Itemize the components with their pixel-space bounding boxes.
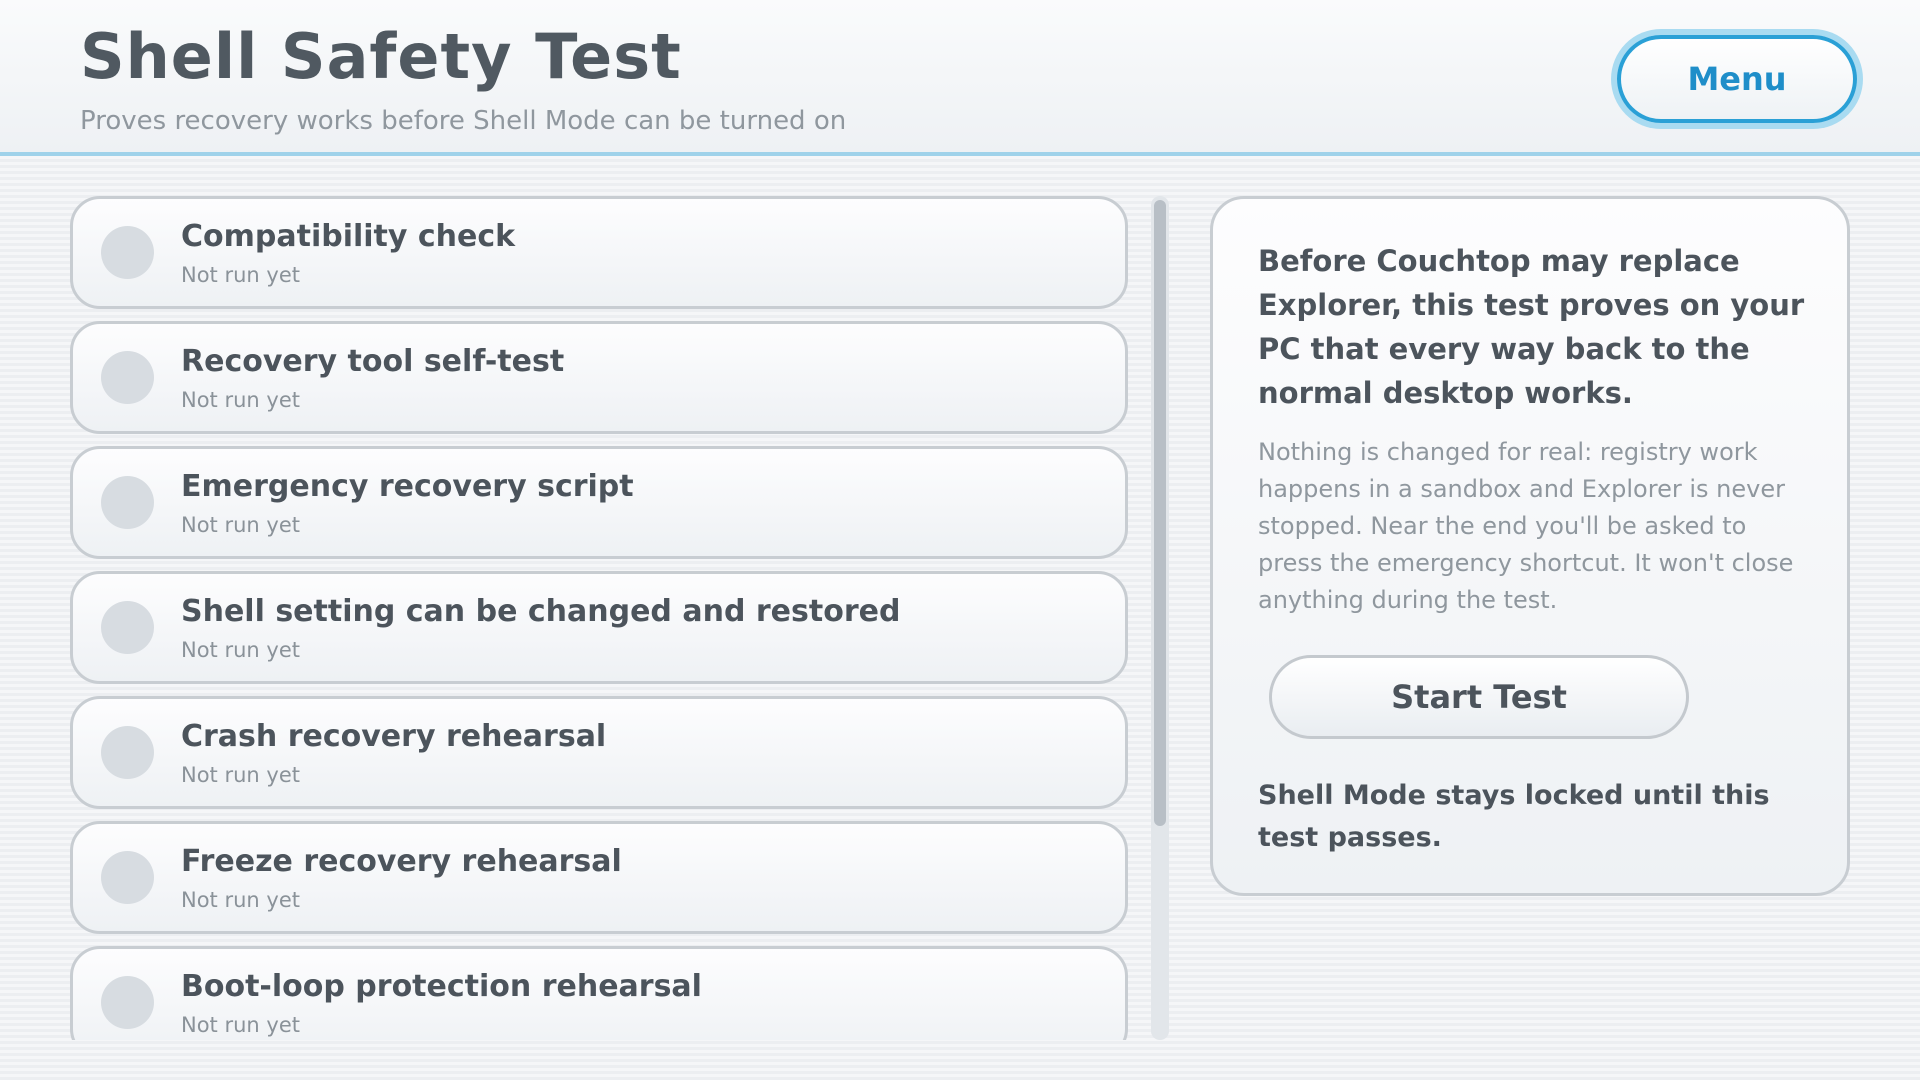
status-indicator-icon [101, 226, 154, 279]
check-item-shell-setting: Shell setting can be changed and restore… [70, 571, 1128, 684]
list-scrollbar[interactable] [1151, 196, 1169, 1040]
info-panel: Before Couchtop may replace Explorer, th… [1210, 196, 1850, 896]
check-item-boot-loop: Boot-loop protection rehearsal Not run y… [70, 946, 1128, 1040]
check-status: Not run yet [181, 388, 300, 412]
check-status: Not run yet [181, 513, 300, 537]
scrollbar-thumb[interactable] [1154, 200, 1166, 826]
check-status: Not run yet [181, 888, 300, 912]
menu-button[interactable]: Menu [1617, 35, 1857, 123]
check-item-recovery-tool: Recovery tool self-test Not run yet [70, 321, 1128, 434]
status-indicator-icon [101, 351, 154, 404]
check-item-compatibility: Compatibility check Not run yet [70, 196, 1128, 309]
check-item-emergency-script: Emergency recovery script Not run yet [70, 446, 1128, 559]
check-item-crash-recovery: Crash recovery rehearsal Not run yet [70, 696, 1128, 809]
check-name: Crash recovery rehearsal [181, 719, 607, 754]
page-subtitle: Proves recovery works before Shell Mode … [80, 106, 847, 136]
status-indicator-icon [101, 476, 154, 529]
check-status: Not run yet [181, 1013, 300, 1037]
status-indicator-icon [101, 851, 154, 904]
intro-text: Before Couchtop may replace Explorer, th… [1258, 244, 1805, 410]
check-name: Emergency recovery script [181, 469, 634, 504]
lock-note: Shell Mode stays locked until this test … [1258, 780, 1770, 853]
status-indicator-icon [101, 726, 154, 779]
check-status: Not run yet [181, 263, 300, 287]
check-name: Boot-loop protection rehearsal [181, 969, 702, 1004]
check-status: Not run yet [181, 638, 300, 662]
check-name: Recovery tool self-test [181, 344, 565, 379]
header-bar: Shell Safety Test Proves recovery works … [0, 0, 1920, 156]
check-name: Freeze recovery rehearsal [181, 844, 622, 879]
check-name: Shell setting can be changed and restore… [181, 594, 901, 629]
start-test-button[interactable]: Start Test [1269, 655, 1689, 739]
check-name: Compatibility check [181, 219, 516, 254]
check-item-freeze-recovery: Freeze recovery rehearsal Not run yet [70, 821, 1128, 934]
status-indicator-icon [101, 976, 154, 1029]
page-title: Shell Safety Test [80, 20, 682, 93]
check-status: Not run yet [181, 763, 300, 787]
checks-list[interactable]: Compatibility check Not run yet Recovery… [70, 196, 1130, 1040]
details-text: Nothing is changed for real: registry wo… [1258, 438, 1794, 614]
status-indicator-icon [101, 601, 154, 654]
